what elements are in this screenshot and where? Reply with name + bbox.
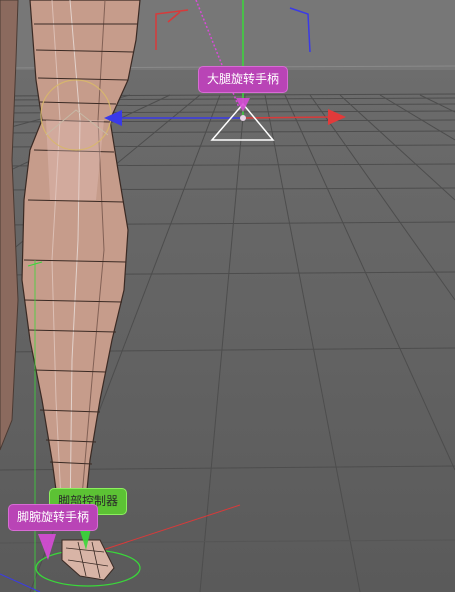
ankle-handle-pointer xyxy=(38,534,56,560)
thigh-rotation-handle-label[interactable]: 大腿旋转手柄 xyxy=(198,66,289,93)
z-axis-guide xyxy=(0,573,41,592)
ankle-rotation-handle-label[interactable]: 脚腕旋转手柄 xyxy=(8,504,99,531)
3d-viewport[interactable]: 大腿旋转手柄 脚部控制器 脚腕旋转手柄 xyxy=(0,0,455,592)
leg-mesh[interactable] xyxy=(21,0,141,521)
